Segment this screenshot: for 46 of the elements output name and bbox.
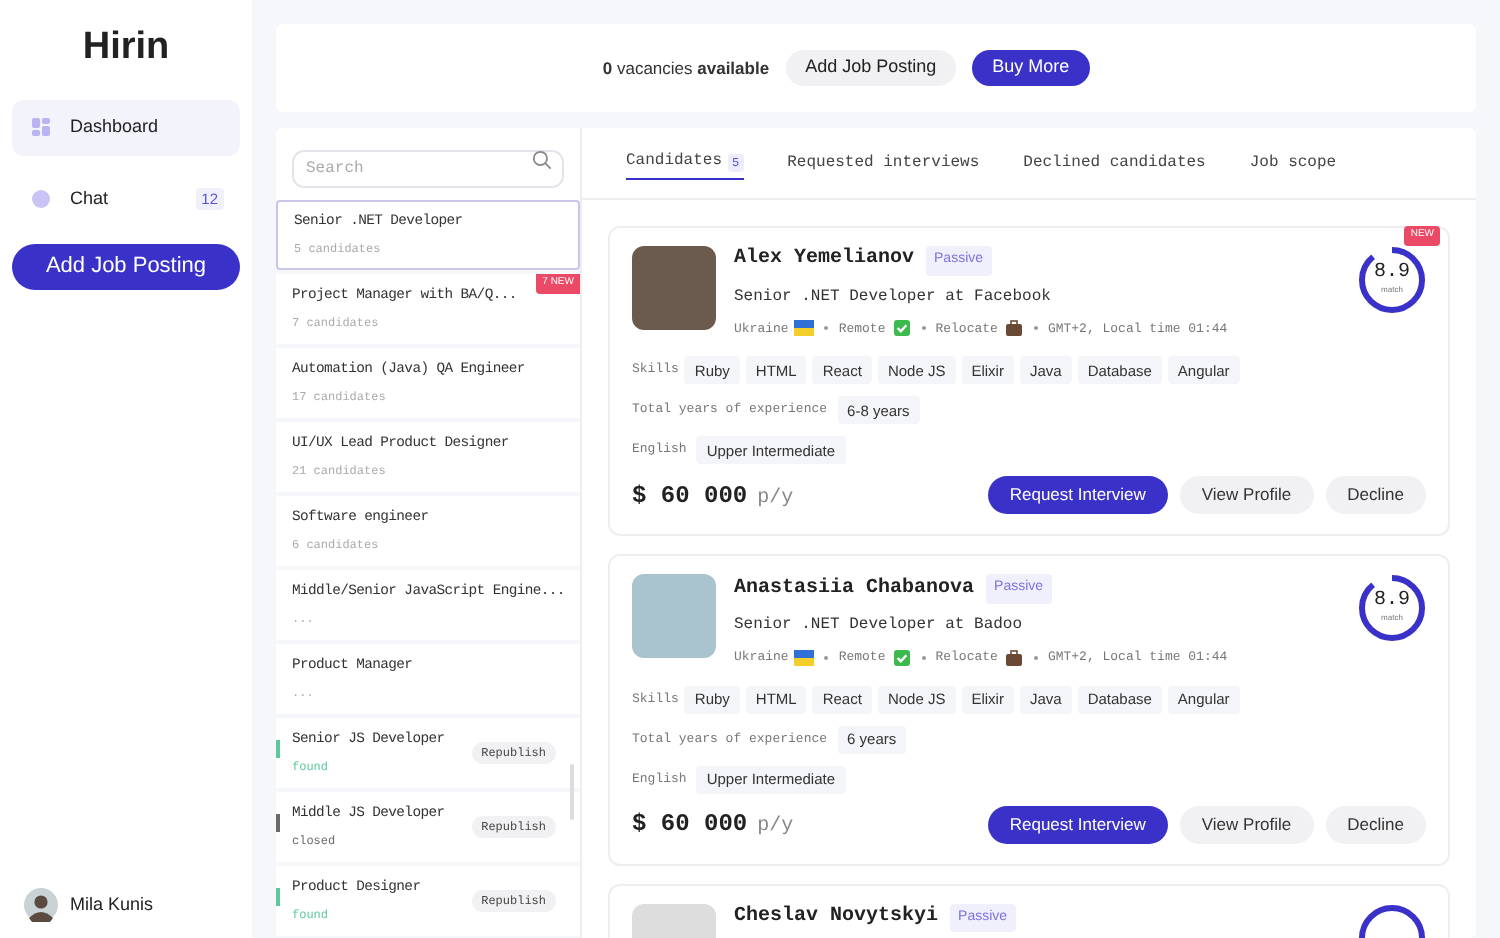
decline-button[interactable]: Decline	[1325, 476, 1426, 515]
add-job-posting-button[interactable]: Add Job Posting	[12, 243, 240, 289]
search-field[interactable]: Search	[292, 150, 564, 188]
candidate-name: Cheslav Novytskyi	[734, 907, 939, 928]
candidate-title: Senior .NET Developer at Badoo	[734, 613, 1025, 638]
candidate-name: Anastasiia Chabanova	[734, 579, 975, 599]
suitcase-icon	[1003, 649, 1024, 666]
match-score: 8.9	[1373, 264, 1410, 284]
scrollbar[interactable]	[570, 764, 574, 820]
match-ring	[1359, 904, 1425, 938]
separator-dot-icon	[1033, 655, 1038, 660]
check-icon	[891, 649, 912, 666]
flag-icon	[794, 320, 815, 337]
match-score: 8.9	[1373, 592, 1410, 613]
separator-dot-icon	[921, 655, 926, 660]
view-profile-button[interactable]: View Profile	[1179, 805, 1314, 843]
chat-bubble-icon	[32, 190, 50, 208]
salary-unit: p/y	[757, 813, 794, 842]
add-job-posting-button[interactable]: Add Job Posting	[785, 50, 957, 86]
salary: $ 60 000	[632, 808, 748, 842]
photo-placeholder	[632, 246, 716, 330]
photo-placeholder	[632, 574, 716, 659]
separator-dot-icon	[921, 326, 926, 331]
flag-icon	[794, 649, 815, 666]
vacancies-text: 0 vacancies available	[602, 55, 770, 81]
search-icon	[532, 149, 552, 169]
user-name: Mila Kunis	[70, 891, 154, 918]
separator-dot-icon	[824, 655, 829, 660]
candidate-title: Senior .NET Developer at Facebook	[734, 285, 1053, 309]
logo: Hirin	[82, 24, 170, 72]
suitcase-icon	[1003, 320, 1024, 337]
decline-button[interactable]: Decline	[1325, 805, 1426, 843]
request-interview-button[interactable]: Request Interview	[987, 805, 1168, 843]
candidate-name: Alex Yemelianov	[734, 250, 915, 271]
nav-item[interactable]: Dashboard	[12, 99, 240, 155]
check-icon	[891, 320, 912, 337]
salary: $ 60 000	[632, 479, 748, 514]
request-interview-button[interactable]: Request Interview	[987, 476, 1168, 515]
view-profile-button[interactable]: View Profile	[1179, 476, 1314, 515]
avatar-icon	[24, 888, 58, 922]
salary-unit: p/y	[757, 485, 794, 514]
separator-dot-icon	[1033, 326, 1038, 331]
grid-icon	[32, 118, 50, 136]
buy-more-button[interactable]: Buy More	[972, 50, 1090, 86]
separator-dot-icon	[824, 326, 829, 331]
tab-label: Candidates	[626, 150, 723, 174]
